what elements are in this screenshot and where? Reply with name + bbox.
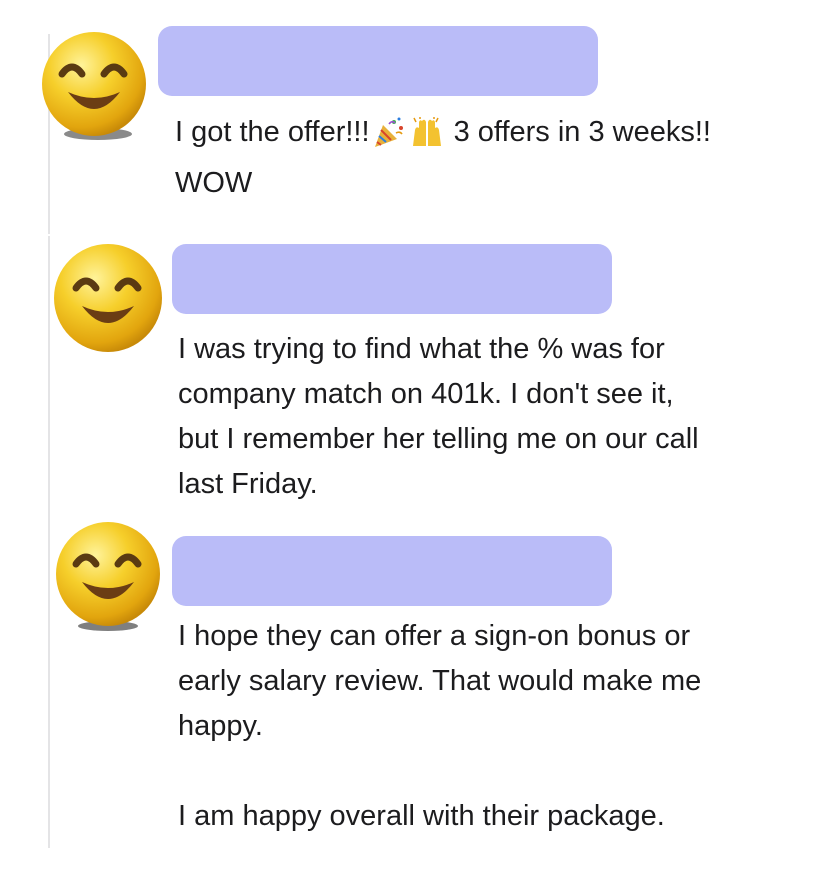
message-text: I hope they can offer a sign-on bonus or… bbox=[178, 620, 702, 832]
message-3: I hope they can offer a sign-on bonus or… bbox=[0, 0, 836, 892]
avatar[interactable] bbox=[52, 520, 164, 632]
author-name-redacted[interactable] bbox=[172, 536, 612, 606]
smiling-face-emoji-icon bbox=[56, 522, 160, 631]
